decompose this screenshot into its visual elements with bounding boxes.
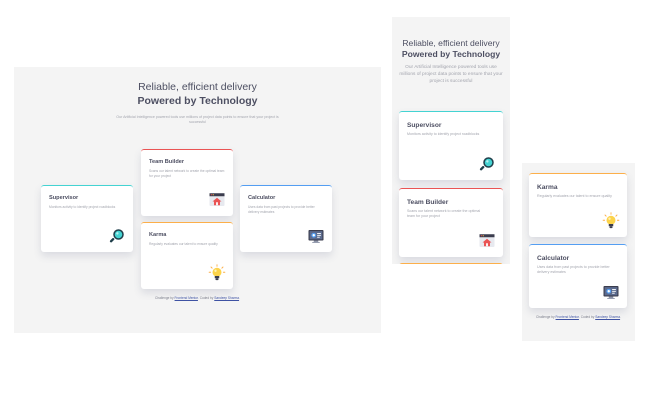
magnifier-icon [478,155,496,173]
tablet-preview-bottom: Karma Regularly evaluates our talent to … [522,163,635,341]
monitor-icon [602,283,620,301]
magnifier-icon [108,227,126,245]
monitor-icon [307,227,325,245]
attribution-middle: . Coded by [578,315,595,319]
attribution-prefix: Challenge by [536,315,555,319]
card-supervisor: Supervisor Monitors activity to identify… [41,185,133,252]
attribution: Challenge by Frontend Mentor. Coded by S… [14,296,381,300]
team-builder-icon [208,191,226,209]
card-calculator: Calculator Uses data from past projects … [240,185,332,252]
team-builder-icon [478,232,496,250]
heading-bold: Powered by Technology [401,49,501,59]
card-title: Calculator [537,255,570,262]
card-title: Team Builder [149,159,185,165]
attribution-suffix: . [239,296,240,300]
card-supervisor: Supervisor Monitors activity to identify… [399,111,503,180]
card-title: Karma [537,184,558,191]
card-description: Monitors activity to identify project ro… [49,205,116,209]
heading-bold: Powered by Technology [137,95,258,107]
tablet-preview-top: Reliable, efficient delivery Powered by … [392,17,510,264]
heading-light: Reliable, efficient delivery [402,38,500,48]
card-description: Scans our talent network to create the o… [407,209,481,219]
desktop-preview: Reliable, efficient delivery Powered by … [14,67,381,333]
card-title: Calculator [248,195,276,201]
card-karma: Karma Regularly evaluates our talent to … [141,222,233,289]
heading-light: Reliable, efficient delivery [138,81,257,93]
card-description: Monitors activity to identify project ro… [407,132,480,136]
card-title: Supervisor [49,195,79,201]
card-calculator: Calculator Uses data from past projects … [529,244,627,308]
card-title: Karma [149,232,167,238]
card-description: Scans our talent network to create the o… [149,169,225,178]
card-title: Supervisor [407,122,442,129]
lightbulb-icon [208,264,226,282]
card-karma-partial [399,263,503,264]
frontend-mentor-link[interactable]: Frontend Mentor [175,296,198,300]
attribution-middle: . Coded by [197,296,214,300]
frontend-mentor-link[interactable]: Frontend Mentor [556,315,579,319]
card-description: Uses data from past projects to provide … [248,205,315,214]
card-karma: Karma Regularly evaluates our talent to … [529,173,627,237]
author-link[interactable]: Sandeep Sharma [214,296,239,300]
header-description: Our Artificial Intelligence powered tool… [116,115,279,125]
card-description: Regularly evaluates our talent to ensure… [149,242,218,246]
lightbulb-icon [602,212,620,230]
author-link[interactable]: Sandeep Sharma [595,315,620,319]
card-description: Uses data from past projects to provide … [537,265,610,275]
attribution: Challenge by Frontend Mentor. Coded by S… [522,315,635,319]
header-description: Our Artificial Intelligence powered tool… [399,65,503,84]
card-title: Team Builder [407,199,449,206]
card-team-builder: Team Builder Scans our talent network to… [399,188,503,257]
card-team-builder: Team Builder Scans our talent network to… [141,149,233,216]
attribution-suffix: . [620,315,621,319]
card-description: Regularly evaluates our talent to ensure… [537,194,612,198]
attribution-prefix: Challenge by [155,296,174,300]
